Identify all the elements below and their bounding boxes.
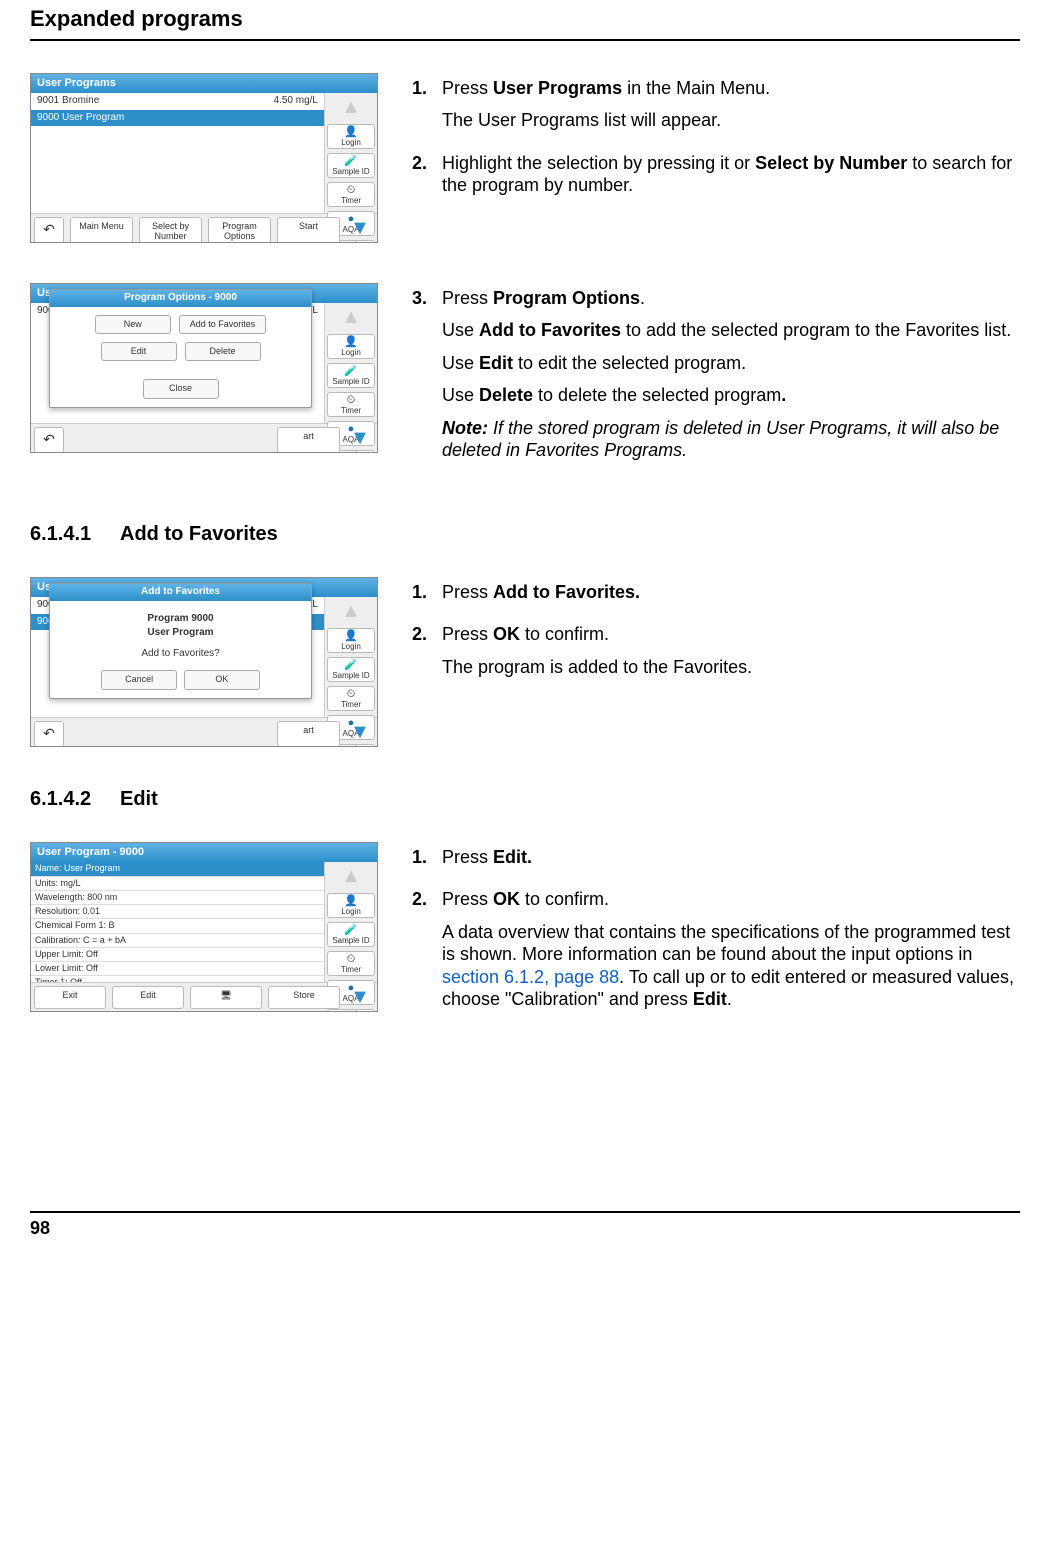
page-title: Expanded programs xyxy=(30,0,1020,41)
delete-button: Delete xyxy=(185,342,261,361)
screenshot-program-options: User 9001g/L Program Options - 9000 New … xyxy=(30,283,378,453)
step-text: Highlight the selection by pressing it o… xyxy=(442,152,1020,197)
step: 2. Highlight the selection by pressing i… xyxy=(412,152,1020,207)
back-icon: ↶ xyxy=(34,217,64,242)
main-menu-button: Main Menu xyxy=(70,217,133,242)
edit-button: Edit xyxy=(101,342,177,361)
section-add-favorites: User 9001g/L 9000 Add to Favorites Progr… xyxy=(30,577,1020,747)
icon-button: 🖥 xyxy=(190,986,262,1009)
form-row: Units: mg/L xyxy=(31,877,324,891)
step: 1. Press User Programs in the Main Menu.… xyxy=(412,77,1020,142)
note: Note: If the stored program is deleted i… xyxy=(442,417,1020,462)
step-line: Use Delete to delete the selected progra… xyxy=(442,384,1020,407)
select-by-number-button: Select by Number xyxy=(139,217,202,242)
exit-button: Exit xyxy=(34,986,106,1009)
scroll-up-icon: ▲ xyxy=(327,95,375,120)
form-row: Timer 1: Off xyxy=(31,976,324,982)
close-button: Close xyxy=(143,379,219,398)
list-item: 9001 Bromine4.50 mg/L xyxy=(31,93,324,110)
step-line: Use Edit to edit the selected program. xyxy=(442,352,1020,375)
step-text: Press Program Options. xyxy=(442,287,1020,310)
sample-id-button: 🧪Sample ID xyxy=(327,363,375,388)
step-text: Press OK to confirm. xyxy=(442,623,1020,646)
cancel-button: Cancel xyxy=(101,670,177,689)
step: 3. Press Program Options. Use Add to Fav… xyxy=(412,287,1020,472)
subheading-edit: 6.1.4.2Edit xyxy=(30,787,1020,812)
step-text: Press User Programs in the Main Menu. xyxy=(442,77,1020,100)
form-row: Name: User Program xyxy=(31,862,324,876)
start-button: Start xyxy=(277,217,340,242)
login-button: 👤Login xyxy=(327,124,375,149)
back-icon: ↶ xyxy=(34,427,64,452)
store-button: Store xyxy=(268,986,340,1009)
new-button: New xyxy=(95,315,171,334)
ok-button: OK xyxy=(184,670,260,689)
edit-button: Edit xyxy=(112,986,184,1009)
scroll-down-icon: ▼ xyxy=(345,720,375,746)
step-line: Use Add to Favorites to add the selected… xyxy=(442,319,1020,342)
program-options-button: Program Options xyxy=(208,217,271,242)
sample-id-button: 🧪Sample ID xyxy=(327,153,375,178)
form-row: Chemical Form 1: B xyxy=(31,919,324,933)
scroll-up-icon: ▲ xyxy=(327,864,375,889)
form-row: Wavelength: 800 nm xyxy=(31,891,324,905)
screenshot-add-favorites: User 9001g/L 9000 Add to Favorites Progr… xyxy=(30,577,378,747)
subheading-add-favorites: 6.1.4.1Add to Favorites xyxy=(30,522,1020,547)
step: 1. Press Edit. xyxy=(412,846,1020,879)
step-tail: The User Programs list will appear. xyxy=(442,109,1020,132)
form-row: Upper Limit: Off xyxy=(31,948,324,962)
form-row: Lower Limit: Off xyxy=(31,962,324,976)
scroll-down-icon: ▼ xyxy=(345,426,375,452)
scroll-up-icon: ▲ xyxy=(327,305,375,330)
section-user-programs: User Programs 9001 Bromine4.50 mg/L 9000… xyxy=(30,73,1020,243)
scroll-down-icon: ▼ xyxy=(345,985,375,1010)
section-program-options: User 9001g/L Program Options - 9000 New … xyxy=(30,283,1020,482)
step-text: Press OK to confirm. xyxy=(442,888,1020,911)
back-icon: ↶ xyxy=(34,721,64,746)
shot-title: User Programs xyxy=(31,74,377,94)
form-row: Calibration: C = a + bA xyxy=(31,934,324,948)
form-row: Resolution: 0.01 xyxy=(31,905,324,919)
screenshot-edit: User Program - 9000 Name: User Program U… xyxy=(30,842,378,1012)
timer-button: ⏲Timer xyxy=(327,392,375,417)
step-tail: The program is added to the Favorites. xyxy=(442,656,1020,679)
cross-ref-link[interactable]: section 6.1.2, page 88 xyxy=(442,967,619,987)
screenshot-user-programs: User Programs 9001 Bromine4.50 mg/L 9000… xyxy=(30,73,378,243)
step: 2. Press OK to confirm. The program is a… xyxy=(412,623,1020,688)
scroll-down-icon: ▼ xyxy=(345,216,375,242)
scroll-up-icon: ▲ xyxy=(327,599,375,624)
timer-button: ⏲Timer xyxy=(327,182,375,207)
page-number: 98 xyxy=(30,1211,1020,1240)
step-text: Press Edit. xyxy=(442,846,1020,869)
add-favorites-button: Add to Favorites xyxy=(179,315,267,334)
step: 1. Press Add to Favorites. xyxy=(412,581,1020,614)
list-item: 9000 User Program xyxy=(31,110,324,127)
step-text: Press Add to Favorites. xyxy=(442,581,1020,604)
step-tail: A data overview that contains the specif… xyxy=(442,921,1020,1011)
step: 2. Press OK to confirm. A data overview … xyxy=(412,888,1020,1021)
section-edit: User Program - 9000 Name: User Program U… xyxy=(30,842,1020,1031)
login-button: 👤Login xyxy=(327,334,375,359)
